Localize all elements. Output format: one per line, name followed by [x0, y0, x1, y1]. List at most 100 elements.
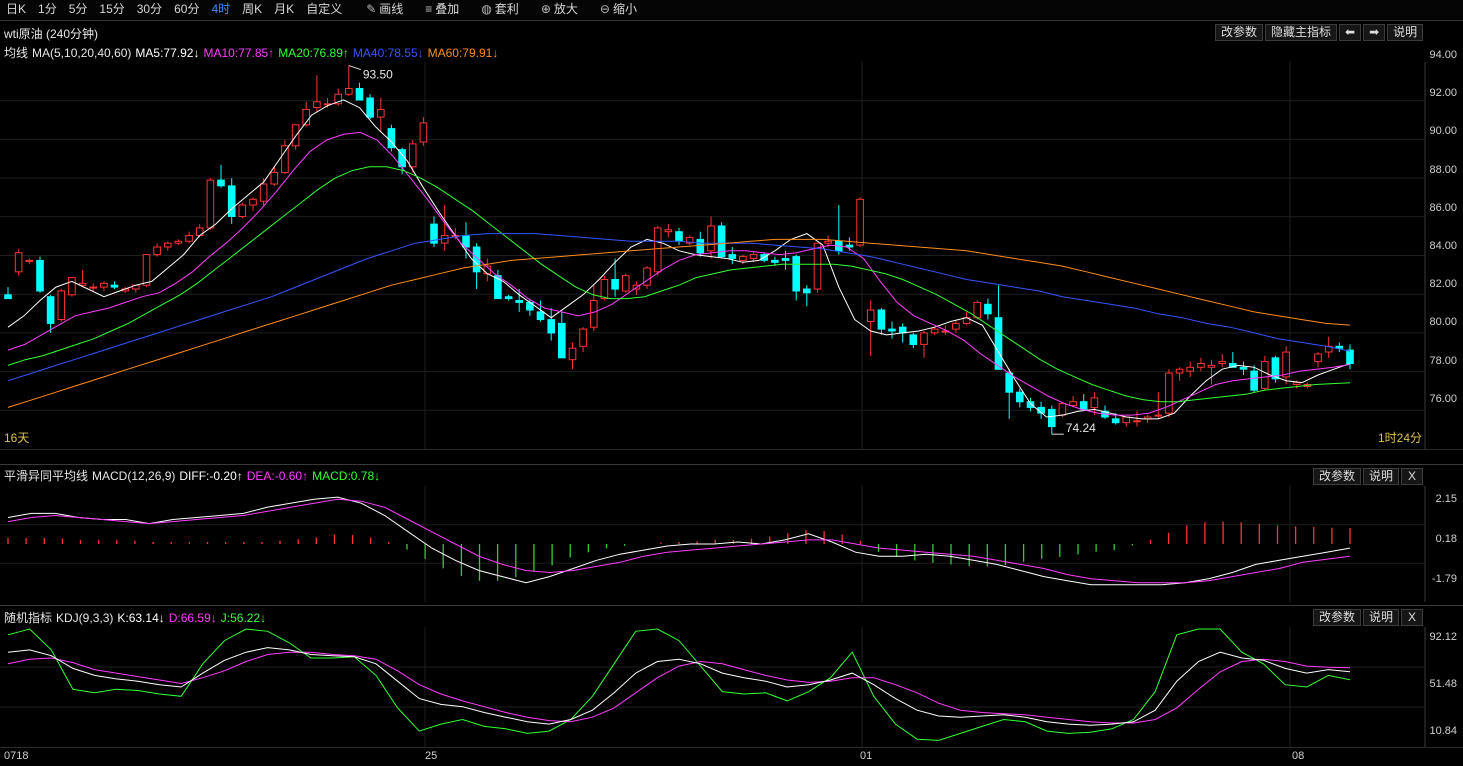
tool-叠加-button[interactable]: ≡ 叠加 — [417, 0, 467, 19]
pencil-icon: ✎ — [366, 2, 377, 16]
period-tab-8[interactable]: 月K — [268, 0, 300, 19]
candle — [366, 97, 374, 118]
kdj-y-tick: 92.12 — [1429, 631, 1457, 644]
hide-indicator-button[interactable]: 隐藏主指标 — [1265, 24, 1338, 41]
zoom-out-icon: ⊖ — [599, 2, 610, 16]
candle — [1197, 363, 1205, 368]
macd-y-tick: 0.18 — [1435, 533, 1457, 546]
x-tick-label: 08 — [1292, 750, 1305, 762]
macd-y-tick: -1.79 — [1431, 573, 1457, 586]
kdj-legend-name: 随机指标 — [4, 611, 53, 625]
period-tab-0[interactable]: 日K — [0, 0, 32, 19]
period-tab-6[interactable]: 4时 — [205, 0, 236, 19]
candle — [771, 259, 779, 263]
macd-legend: 平滑异同平均线 MACD(12,26,9) DIFF:-0.20↑ DEA:-0.60… — [4, 467, 388, 484]
ma-legend-params: MA(5,10,20,40,60) — [32, 46, 132, 60]
ma-legend-name: 均线 — [4, 46, 29, 60]
tool-缩小-button[interactable]: ⊖ 缩小 — [592, 0, 645, 19]
candle — [643, 267, 651, 286]
tool-label: 放大 — [553, 2, 578, 16]
macd-chart[interactable] — [0, 486, 1463, 602]
main-button-group: 改参数 隐藏主指标 ⬅ ➡ 说明 — [1213, 24, 1424, 41]
candle — [611, 279, 619, 290]
period-tab-3[interactable]: 15分 — [93, 0, 130, 19]
candle — [1346, 349, 1354, 365]
candle — [206, 179, 215, 229]
candle — [824, 240, 832, 244]
candle — [1261, 361, 1269, 389]
kdj-button-group: 改参数 说明 X — [1311, 609, 1424, 626]
price-y-tick: 82.00 — [1429, 278, 1457, 291]
candle — [675, 231, 683, 242]
tool-label: 缩小 — [612, 2, 637, 16]
period-tab-7[interactable]: 周K — [236, 0, 268, 19]
legend-value: MA5:77.92↓ — [135, 46, 200, 60]
candle — [281, 145, 289, 174]
chart-title: wti原油 (240分钟) — [4, 27, 99, 41]
legend-value: MA20:76.89↑ — [278, 46, 349, 60]
candle — [185, 235, 193, 242]
tool-放大-button[interactable]: ⊕ 放大 — [533, 0, 586, 19]
candle — [89, 286, 98, 289]
macd-y-tick: 2.15 — [1435, 493, 1457, 506]
legend-value: D:66.59↓ — [168, 611, 217, 625]
candle — [1090, 397, 1099, 408]
macd-separator — [0, 464, 1463, 465]
kdj-chart[interactable] — [0, 627, 1463, 747]
candle — [174, 240, 183, 244]
high-label: 93.50 — [363, 68, 393, 82]
ma-legend: 均线 MA(5,10,20,40,60) MA5:77.92↓ MA10:77.85↑… — [4, 44, 506, 61]
candle — [1111, 418, 1120, 424]
period-tab-1[interactable]: 1分 — [32, 0, 63, 19]
tool-套利-button[interactable]: ◍ 套利 — [473, 0, 527, 19]
candle — [408, 143, 417, 168]
main-help-button[interactable]: 说明 — [1387, 24, 1424, 41]
candle — [803, 288, 811, 294]
price-y-tick: 88.00 — [1429, 163, 1457, 176]
candle — [291, 124, 300, 147]
macd-legend-params: MACD(12,26,9) — [92, 469, 176, 483]
price-chart[interactable]: 93.50 74.24 16天 1时24分 — [0, 62, 1463, 449]
candle — [568, 347, 577, 361]
candle — [1239, 366, 1248, 370]
candle — [1186, 366, 1195, 372]
candle — [217, 179, 225, 187]
candle — [547, 319, 556, 334]
prev-arrow-icon[interactable]: ⬅ — [1339, 24, 1362, 41]
candle — [1314, 353, 1322, 363]
main-params-button[interactable]: 改参数 — [1215, 24, 1264, 41]
candle — [1218, 361, 1227, 365]
tool-画线-button[interactable]: ✎ 画线 — [358, 0, 411, 19]
kdj-line-D — [7, 651, 1351, 724]
ma-line-MA60 — [7, 238, 1351, 408]
legend-value: DEA:-0.60↑ — [246, 469, 309, 483]
macd-close-icon[interactable]: X — [1401, 468, 1424, 485]
kdj-legend-params: KDJ(9,3,3) — [56, 611, 114, 625]
candle — [36, 259, 44, 292]
macd-help-button[interactable]: 说明 — [1363, 468, 1400, 485]
candle — [707, 225, 715, 252]
candle — [877, 309, 886, 330]
legend-value: MA40:78.55↓ — [352, 46, 424, 60]
macd-params-button[interactable]: 改参数 — [1313, 468, 1362, 485]
candle — [238, 204, 247, 217]
candle — [419, 122, 428, 143]
period-tab-4[interactable]: 30分 — [131, 0, 168, 19]
stack-icon: ≡ — [425, 2, 433, 16]
period-tab-5[interactable]: 60分 — [168, 0, 205, 19]
kdj-params-button[interactable]: 改参数 — [1313, 609, 1362, 626]
candle — [142, 254, 151, 286]
candle — [888, 328, 896, 332]
period-tab-2[interactable]: 5分 — [63, 0, 94, 19]
macd-line-DIFF — [7, 496, 1351, 586]
candle — [1069, 401, 1077, 407]
kdj-close-icon[interactable]: X — [1401, 609, 1424, 626]
candle — [1058, 403, 1067, 416]
x-tick-label: 01 — [860, 750, 873, 762]
kdj-help-button[interactable]: 说明 — [1363, 609, 1400, 626]
period-tab-9[interactable]: 自定义 — [300, 0, 348, 19]
candle — [164, 242, 172, 248]
candle — [355, 88, 364, 101]
low-label: 74.24 — [1066, 421, 1096, 435]
next-arrow-icon[interactable]: ➡ — [1363, 24, 1386, 41]
